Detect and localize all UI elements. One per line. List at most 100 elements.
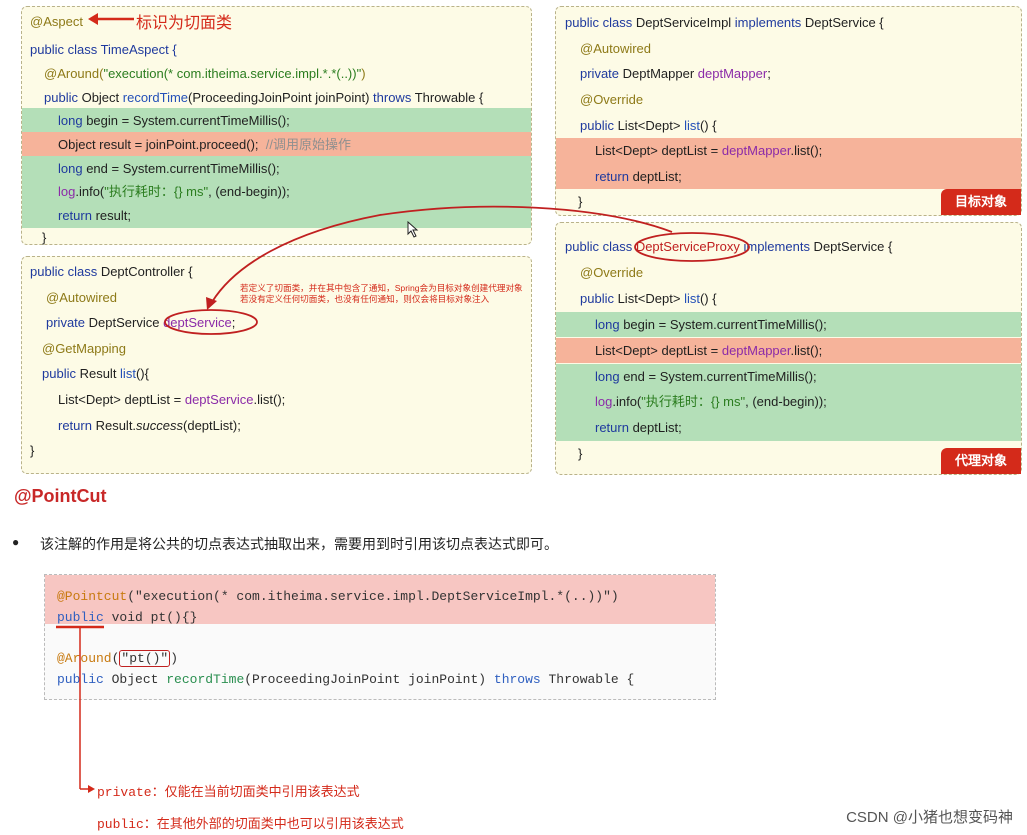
code-keyword: public: [42, 366, 76, 381]
code-field: deptService: [184, 392, 254, 407]
code-keyword: throws: [373, 90, 412, 105]
code-text: Throwable {: [411, 90, 484, 105]
code-annotation: @Autowired: [46, 290, 118, 305]
code-text: List<Dept>: [613, 291, 685, 306]
code-text: List<Dept> deptList =: [58, 392, 185, 407]
code-method: list: [684, 291, 700, 306]
code-text: (ProceedingJoinPoint joinPoint): [188, 90, 374, 105]
code-annotation: @Pointcut: [57, 589, 128, 604]
code-text: }: [578, 194, 583, 209]
aspect-callout: 标识为切面类: [136, 15, 233, 32]
code-keyword: private: [580, 66, 620, 81]
code-string: "执行耗时：{} ms": [641, 394, 746, 409]
code-annotation: @Around(: [44, 66, 104, 81]
code-annotation: @Autowired: [580, 41, 652, 56]
code-text: .list();: [790, 343, 823, 358]
code-text: Result.: [91, 418, 137, 433]
code-keyword: public class: [565, 15, 633, 30]
public-explanation: public：在其他外部的切面类中也可以引用该表达式: [97, 817, 404, 832]
code-text: void pt(){}: [103, 610, 198, 625]
code-text: result;: [91, 208, 131, 223]
code-text: DeptServiceImpl: [632, 15, 735, 30]
highlight-green: long begin = System.currentTimeMillis();: [556, 312, 1021, 337]
code-text: Object: [103, 672, 167, 687]
code-text: , (end-begin));: [745, 394, 827, 409]
code-text: (deptList);: [183, 418, 241, 433]
proxy-code-box: public class DeptServiceProxy implements…: [555, 222, 1022, 475]
code-text: deptList;: [628, 169, 682, 184]
impl-code-box: public class DeptServiceImpl implements …: [555, 6, 1022, 216]
code-method: list: [120, 366, 136, 381]
code-text: DeptService: [85, 315, 164, 330]
aspect-annotation: @Aspect: [30, 14, 83, 29]
code-text: ;: [767, 66, 771, 81]
code-text: List<Dept> deptList =: [595, 143, 722, 158]
code-text: () {: [699, 291, 717, 306]
code-field: deptMapper: [721, 143, 791, 158]
code-text: () {: [699, 118, 717, 133]
code-text: end = System.currentTimeMillis();: [82, 161, 280, 176]
code-text: .info(: [75, 184, 105, 199]
code-text: , (end-begin));: [208, 184, 290, 199]
code-comment: //调用原始操作: [265, 137, 351, 152]
code-keyword: long: [58, 161, 83, 176]
code-string: "执行耗时：{} ms": [104, 184, 209, 199]
code-keyword: return: [58, 208, 92, 223]
callout-arrow: [88, 13, 134, 25]
code-string: "execution(* com.itheima.service.impl.*.…: [103, 66, 362, 81]
code-field: log: [595, 394, 613, 409]
code-keyword: throws: [493, 672, 541, 687]
code-text: Object result = joinPoint.proceed();: [58, 137, 266, 152]
watermark: CSDN @小猪也想变码神: [846, 809, 1013, 826]
aspect-code-box: @Aspect public class TimeAspect { @Aroun…: [21, 6, 532, 245]
code-method: success: [136, 418, 184, 433]
code-keyword: return: [595, 169, 629, 184]
code-keyword: implements: [734, 15, 802, 30]
code-line: public class TimeAspect {: [30, 42, 177, 57]
code-annotation: @GetMapping: [42, 341, 127, 356]
pointcut-code-box: @Pointcut("execution(* com.itheima.servi…: [44, 574, 716, 700]
code-annotation: @Around: [57, 651, 112, 666]
code-keyword: long: [595, 317, 620, 332]
code-text: List<Dept>: [613, 118, 685, 133]
injection-note: 若定义了切面类，并在其中包含了通知，Spring会为目标对象创建代理对象 若没有…: [240, 283, 523, 305]
code-text: ("execution(* com.itheima.service.impl.D…: [127, 589, 619, 604]
code-text: ;: [231, 315, 236, 330]
code-keyword: public class: [30, 264, 98, 279]
code-annotation: @Override: [580, 92, 644, 107]
code-text: .list();: [253, 392, 286, 407]
code-field: deptService: [163, 315, 232, 330]
code-text: begin = System.currentTimeMillis();: [82, 113, 290, 128]
note-line: 若定义了切面类，并在其中包含了通知，Spring会为目标对象创建代理对象: [240, 283, 523, 293]
code-keyword: public: [57, 610, 104, 625]
pt-reference: "pt()": [119, 650, 171, 667]
code-annotation: @Override: [580, 265, 644, 280]
code-text: .info(: [612, 394, 642, 409]
private-explanation: private：仅能在当前切面类中引用该表达式: [97, 785, 360, 800]
code-text: begin = System.currentTimeMillis();: [619, 317, 827, 332]
code-keyword: return: [595, 420, 629, 435]
code-field: deptMapper: [721, 343, 791, 358]
code-text: }: [42, 230, 47, 245]
code-keyword: private: [46, 315, 86, 330]
proxy-class-name: DeptServiceProxy: [635, 239, 740, 254]
code-field: log: [58, 184, 76, 199]
code-text: DeptMapper: [619, 66, 698, 81]
code-text: end = System.currentTimeMillis();: [619, 369, 817, 384]
code-keyword: public: [580, 118, 614, 133]
code-text: ): [361, 66, 366, 81]
code-text: deptList;: [628, 420, 682, 435]
code-text: DeptService {: [809, 239, 893, 254]
code-text: DeptController {: [97, 264, 193, 279]
code-keyword: public class: [565, 239, 636, 254]
bullet-dot: ●: [12, 535, 20, 549]
section-description: 该注解的作用是将公共的切点表达式抽取出来，需要用到时引用该切点表达式即可。: [40, 536, 558, 552]
code-text: (){: [135, 366, 149, 381]
code-method: recordTime: [166, 672, 245, 687]
code-keyword: public: [580, 291, 614, 306]
highlight-salmon: Object result = joinPoint.proceed(); //调…: [22, 132, 531, 157]
code-text: Object: [77, 90, 123, 105]
code-text: Result: [75, 366, 121, 381]
code-keyword: implements: [739, 239, 810, 254]
code-text: }: [578, 446, 583, 461]
